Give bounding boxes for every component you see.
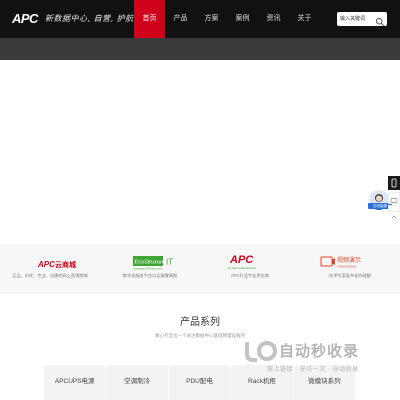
phone-float-button[interactable]: [388, 176, 400, 190]
partner-caption: 技术专家复杂化的理解: [329, 273, 371, 278]
apc-store-logo: APC 云商城: [37, 260, 76, 269]
svg-text:IT: IT: [166, 258, 173, 267]
svg-text:APC: APC: [37, 260, 55, 269]
watermark: 自动秒收录 做上链接 · 来访一次 · 自动收录: [243, 338, 393, 378]
search-box: [337, 12, 387, 27]
partner-apc[interactable]: APC by Schneider Electric APC行业专业供应商: [200, 244, 300, 294]
svg-text:云商城: 云商城: [55, 260, 76, 269]
svg-text:by Schneider Electric: by Schneider Electric: [228, 266, 257, 270]
nav-item-solutions[interactable]: 方案: [196, 0, 227, 38]
partner-apc-store[interactable]: APC 云商城 正品、价优、专业、迅捷的网上直销商城: [0, 244, 100, 294]
watermark-text: 自动秒收录: [279, 343, 360, 360]
back-to-top-button[interactable]: [388, 205, 400, 219]
svg-text:Innovation At Every Level: Innovation At Every Level: [133, 267, 163, 271]
svg-text:EcoStruxure: EcoStruxure: [135, 260, 165, 266]
ecostruxure-logo: EcoStruxure IT Innovation At Every Level: [133, 256, 173, 271]
partner-video-demo[interactable]: 视频演示 VIDEO DEMO 技术专家复杂化的理解: [300, 244, 400, 294]
video-demo-logo: 视频演示 VIDEO DEMO: [320, 256, 361, 269]
tab-pdu[interactable]: PDU配电: [168, 365, 232, 400]
logo-text: APC: [12, 11, 38, 26]
apc-schneider-logo: APC by Schneider Electric: [228, 254, 257, 270]
nav-item-home[interactable]: 首页: [134, 0, 165, 38]
svg-text:VIDEO DEMO: VIDEO DEMO: [337, 265, 357, 269]
main-nav: 首页 产品 方案 案例 资讯 关于: [134, 0, 320, 38]
partner-ecostruxure[interactable]: EcoStruxure IT Innovation At Every Level…: [100, 244, 200, 294]
svg-text:APC: APC: [229, 254, 254, 266]
partner-caption: APC行业专业供应商: [231, 273, 269, 278]
svg-text:视频演示: 视频演示: [337, 256, 361, 264]
chevron-up-icon: [391, 215, 397, 219]
phone-icon: [391, 178, 397, 188]
hero-banner: [0, 38, 400, 60]
nav-item-products[interactable]: 产品: [165, 0, 196, 38]
apc-logo[interactable]: APC: [12, 11, 42, 26]
watermark-subtext: 做上链接 · 来访一次 · 自动收录: [267, 367, 359, 373]
tab-ups[interactable]: APCUPS电源: [44, 365, 107, 400]
partner-strip: APC 云商城 正品、价优、专业、迅捷的网上直销商城 EcoStruxure I…: [0, 244, 400, 294]
search-input[interactable]: [340, 12, 376, 26]
nav-item-cases[interactable]: 案例: [227, 0, 258, 38]
search-icon[interactable]: [375, 14, 385, 27]
partner-caption: 数字化服务平台以运维零周期: [122, 273, 178, 278]
nav-item-about[interactable]: 关于: [289, 0, 320, 38]
top-header: APC 新数据中心, 自营, 护航! 首页 产品 方案 案例 资讯 关于: [0, 0, 400, 38]
slogan: 新数据中心, 自营, 护航!: [45, 14, 138, 23]
tab-cooling[interactable]: 空调制冷: [106, 365, 169, 400]
section-title: 产品系列: [180, 317, 220, 328]
watermark-logo-icon: [245, 341, 277, 362]
nav-item-news[interactable]: 资讯: [258, 0, 289, 38]
chat-float-button[interactable]: [388, 192, 400, 204]
partner-caption: 正品、价优、专业、迅捷的网上直销商城: [12, 273, 88, 278]
